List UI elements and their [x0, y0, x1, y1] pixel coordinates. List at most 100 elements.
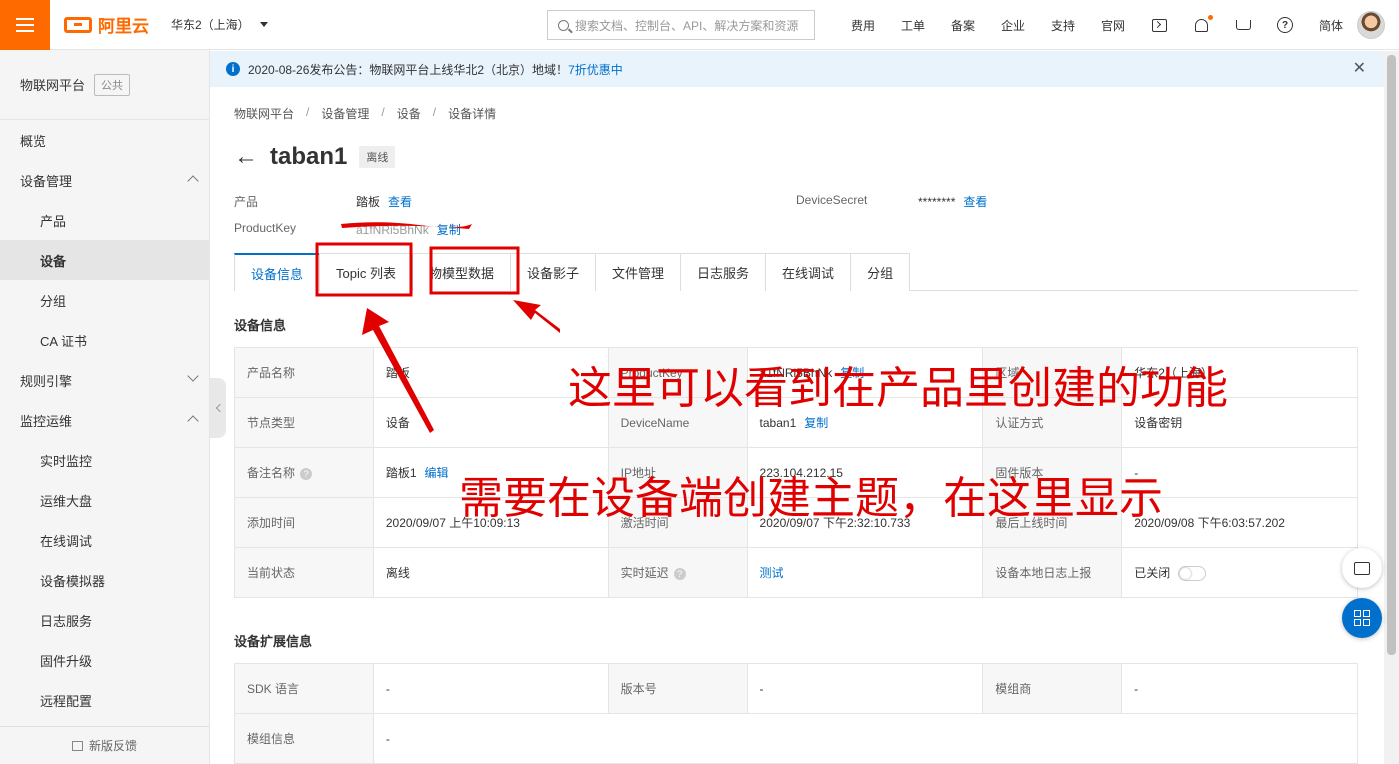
field-value-text: taban1: [759, 416, 797, 430]
language-switch[interactable]: 简体: [1306, 17, 1356, 34]
announcement-bar: i 2020-08-26发布公告：物联网平台上线华北2（北京）地域！ 7折优惠中…: [210, 51, 1384, 87]
field-action-link[interactable]: 编辑: [425, 466, 449, 480]
nav-link-tickets[interactable]: 工单: [888, 17, 938, 34]
field-label: 固件版本: [982, 447, 1123, 498]
tab-device-info[interactable]: 设备信息: [234, 253, 321, 291]
help-icon[interactable]: ?: [673, 567, 686, 580]
sidebar-item-remote-config[interactable]: 远程配置: [0, 680, 209, 720]
sidebar-collapse-handle[interactable]: [210, 378, 226, 438]
sidebar-item-log-service[interactable]: 日志服务: [0, 600, 209, 640]
nav-link-official[interactable]: 官网: [1088, 17, 1138, 34]
sidebar-item-overview[interactable]: 概览: [0, 120, 209, 160]
field-value-text: 踏板1: [385, 466, 417, 480]
top-bar: 阿里云 华东2（上海） 搜索文档、控制台、API、解决方案和资源 费用 工单 备…: [0, 0, 1399, 50]
log-upload-toggle[interactable]: [1178, 566, 1207, 582]
top-nav: 费用 工单 备案 企业 支持 官网 ? 简体: [838, 0, 1356, 50]
tab-bar: 设备信息 Topic 列表 物模型数据 设备影子 文件管理 日志服务 在线调试 …: [234, 253, 1358, 291]
field-action-link[interactable]: 复制: [840, 366, 864, 380]
tab-file-management[interactable]: 文件管理: [595, 253, 682, 291]
field-value: -: [1121, 663, 1358, 714]
tab-log-service[interactable]: 日志服务: [680, 253, 767, 291]
sidebar-item-device-management[interactable]: 设备管理: [0, 160, 209, 200]
field-value-text: -: [1134, 681, 1139, 696]
breadcrumb-devices[interactable]: 设备: [397, 105, 421, 122]
sidebar-item-ca-cert[interactable]: CA 证书: [0, 320, 209, 360]
search-input[interactable]: 搜索文档、控制台、API、解决方案和资源: [547, 10, 815, 40]
region-selector[interactable]: 华东2（上海）: [171, 16, 268, 33]
apps-button[interactable]: [1342, 598, 1382, 638]
nav-link-filing[interactable]: 备案: [938, 17, 988, 34]
sidebar-item-products[interactable]: 产品: [0, 200, 209, 240]
tab-device-shadow[interactable]: 设备影子: [510, 253, 597, 291]
devicesecret-value: ******** 查看: [918, 195, 988, 209]
tab-thing-model-data[interactable]: 物模型数据: [411, 253, 511, 291]
public-tag: 公共: [94, 73, 131, 96]
sidebar-item-firmware[interactable]: 固件升级: [0, 640, 209, 680]
menu-icon[interactable]: [0, 0, 50, 50]
nav-link-support[interactable]: 支持: [1038, 17, 1088, 34]
feedback-button[interactable]: 新版反馈: [0, 726, 209, 764]
field-action-link[interactable]: 复制: [804, 416, 828, 430]
field-label: 激活时间: [607, 497, 748, 548]
field-label: 认证方式: [982, 397, 1123, 448]
help-icon[interactable]: ?: [1264, 17, 1306, 33]
aliyun-logo[interactable]: 阿里云: [64, 12, 149, 37]
field-value: 223.104.212.15: [746, 447, 984, 498]
scrollbar-thumb[interactable]: [1387, 55, 1396, 655]
devicesecret-view-link[interactable]: 查看: [963, 195, 987, 209]
terminal-icon[interactable]: [1138, 18, 1180, 32]
sidebar-item-ops-dashboard[interactable]: 运维大盘: [0, 480, 209, 520]
sidebar-header: 物联网平台 公共: [0, 50, 209, 120]
devicesecret-label: DeviceSecret: [796, 193, 868, 207]
nav-link-fees[interactable]: 费用: [838, 17, 888, 34]
field-label-text: ProductKey: [620, 365, 683, 380]
field-value-link[interactable]: 测试: [760, 566, 784, 580]
sidebar-item-devices[interactable]: 设备: [0, 240, 209, 280]
avatar[interactable]: [1357, 11, 1385, 39]
sidebar-item-device-simulator[interactable]: 设备模拟器: [0, 560, 209, 600]
cart-icon[interactable]: [1222, 20, 1264, 30]
field-label-text: DeviceName: [620, 415, 690, 430]
field-label: 产品名称: [234, 347, 374, 398]
promo-link[interactable]: 7折优惠中: [568, 61, 623, 78]
back-arrow-icon[interactable]: ←: [234, 145, 258, 169]
field-value: -: [372, 663, 609, 714]
tab-online-debug[interactable]: 在线调试: [765, 253, 852, 291]
field-value-text: 设备密钥: [1134, 416, 1183, 430]
page-title: taban1: [270, 143, 348, 170]
nav-link-enterprise[interactable]: 企业: [988, 17, 1038, 34]
device-info-body: 产品名称 踏板 ProductKey a1fNRi5BhNk 复制 区域 华东2（上海） 节点…: [234, 347, 1358, 598]
field-label: 备注名称?: [234, 447, 374, 498]
field-label-text: 备注名称: [247, 466, 296, 480]
field-label-text: 区域: [995, 366, 1020, 380]
field-label: 设备本地日志上报: [982, 547, 1123, 598]
help-icon[interactable]: ?: [300, 467, 313, 480]
ext-info-title: 设备扩展信息: [234, 634, 313, 649]
breadcrumb-device-management[interactable]: 设备管理: [321, 105, 369, 122]
sidebar-item-monitoring[interactable]: 监控运维: [0, 400, 209, 440]
field-value: -: [372, 713, 1359, 764]
field-value: 设备: [372, 397, 609, 448]
field-value: 踏板1 编辑: [372, 447, 609, 498]
field-label: 节点类型: [234, 397, 374, 448]
redaction-mark: [341, 222, 472, 229]
tab-group[interactable]: 分组: [850, 253, 911, 291]
breadcrumb-iot-platform[interactable]: 物联网平台: [234, 105, 294, 122]
field-value-text: 已关闭: [1134, 565, 1171, 580]
tab-topic-list[interactable]: Topic 列表: [319, 253, 413, 291]
product-label: 产品: [234, 195, 259, 209]
product-view-link[interactable]: 查看: [388, 195, 412, 209]
bell-icon[interactable]: [1180, 14, 1222, 32]
field-value-text: -: [385, 731, 390, 746]
sidebar-item-realtime-monitor[interactable]: 实时监控: [0, 440, 209, 480]
field-value-text: 设备: [385, 416, 410, 430]
field-value: a1fNRi5BhNk 复制: [746, 347, 984, 398]
sidebar-item-online-debug[interactable]: 在线调试: [0, 520, 209, 560]
field-label-text: 当前状态: [247, 566, 296, 580]
close-icon[interactable]: ✕: [1353, 61, 1366, 77]
announcement-text: 2020-08-26发布公告：物联网平台上线华北2（北京）地域！: [248, 62, 569, 77]
chat-button[interactable]: [1342, 548, 1382, 588]
sidebar-item-rule-engine[interactable]: 规则引擎: [0, 360, 209, 400]
page-scrollbar[interactable]: [1384, 51, 1399, 764]
sidebar-item-groups[interactable]: 分组: [0, 280, 209, 320]
